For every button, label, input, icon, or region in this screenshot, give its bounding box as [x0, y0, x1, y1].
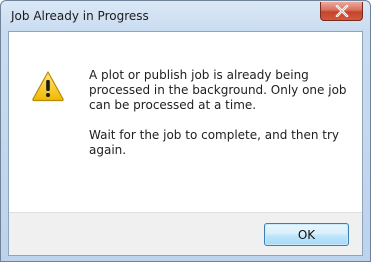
message-area: A plot or publish job is already being p… [9, 32, 362, 212]
close-icon [335, 5, 349, 17]
message-text: A plot or publish job is already being p… [89, 68, 354, 158]
message-line-1: A plot or publish job is already being p… [89, 68, 347, 112]
dialog-window: Job Already in Progress A plot or publis… [0, 0, 371, 262]
warning-icon [32, 71, 64, 102]
close-button[interactable] [320, 2, 363, 21]
message-line-2: Wait for the job to complete, and then t… [89, 128, 340, 157]
dialog-title: Job Already in Progress [11, 9, 149, 23]
button-bar: OK [9, 212, 362, 255]
ok-button[interactable]: OK [264, 223, 349, 246]
dialog-client-area: A plot or publish job is already being p… [8, 31, 363, 256]
title-bar[interactable]: Job Already in Progress [1, 1, 370, 31]
